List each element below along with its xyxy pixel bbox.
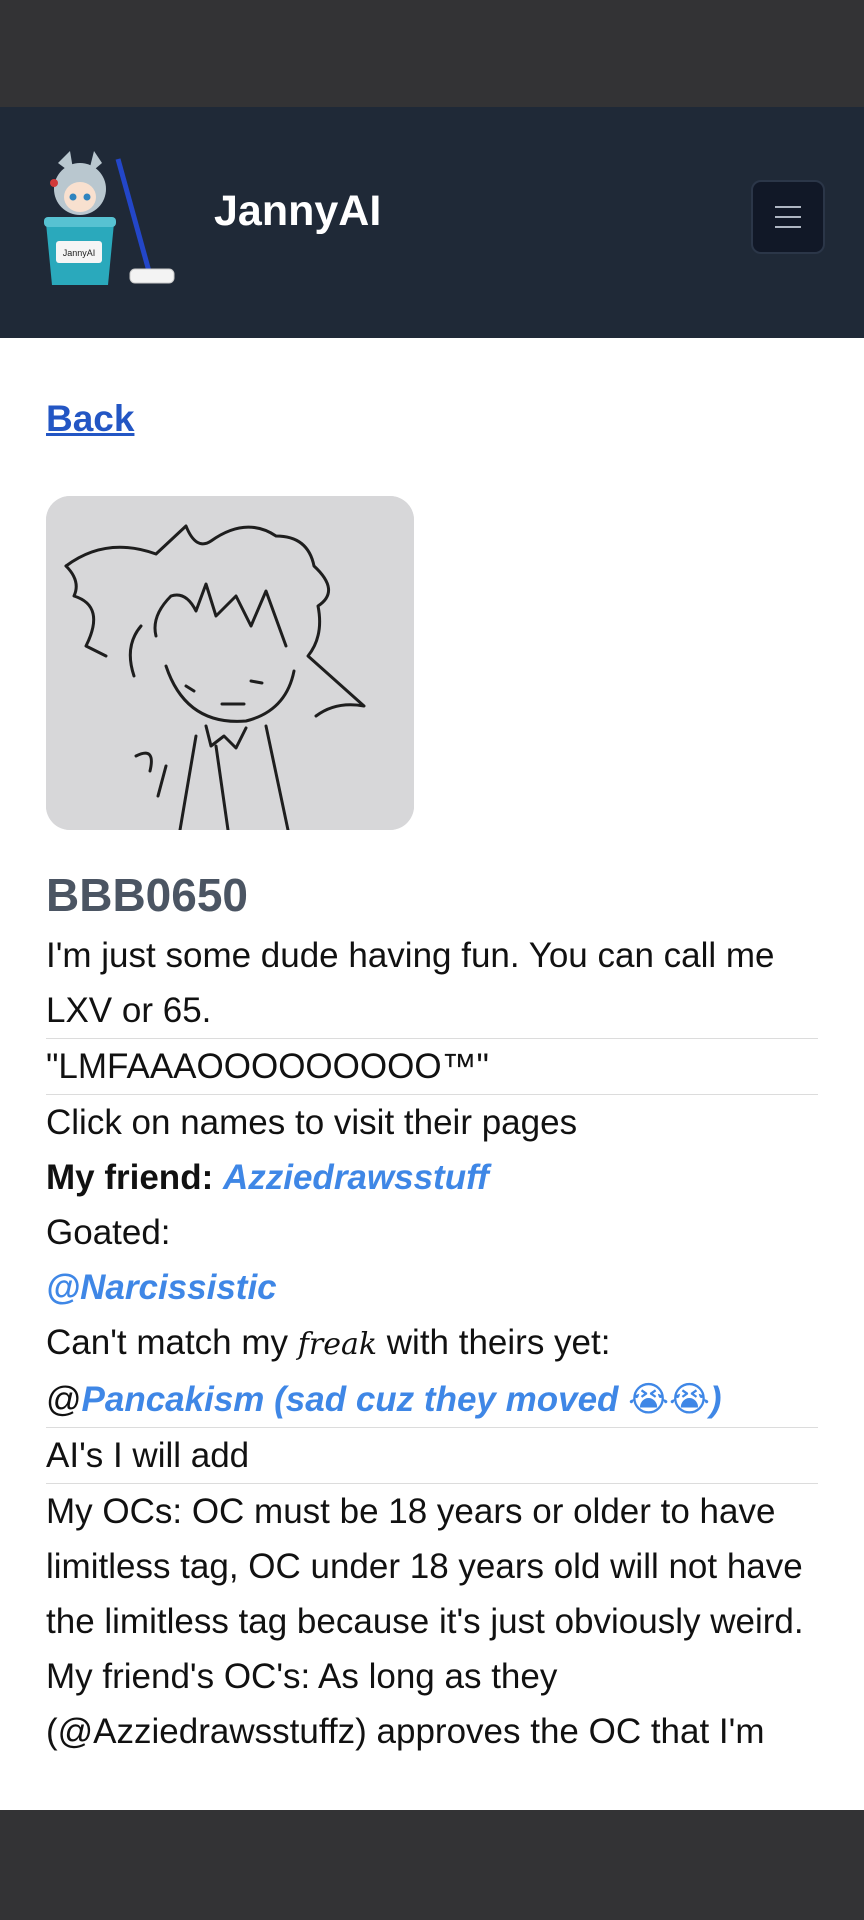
at-sign: @	[46, 1380, 82, 1419]
freak-word: freak	[297, 1327, 378, 1362]
ocs-text: My OCs: OC must be 18 years or older to …	[46, 1492, 804, 1641]
friend-link-azziedrawsstuff[interactable]: Azziedrawsstuff	[223, 1158, 489, 1197]
status-bar	[0, 0, 864, 107]
top-navbar: JannyAI JannyAI	[0, 107, 864, 338]
pancakism-line: @Pancakism (sad cuz they moved 😭😭)	[46, 1372, 818, 1427]
bio-intro: I'm just some dude having fun. You can c…	[46, 936, 775, 1030]
logo-bucket-label: JannyAI	[63, 248, 96, 258]
bottom-nav-bar	[0, 1810, 864, 1920]
goated-link-narcissistic[interactable]: @Narcissistic	[46, 1268, 277, 1307]
freak-line: Can't match my freak with theirs yet:	[46, 1315, 818, 1372]
jannyai-logo[interactable]: JannyAI	[40, 145, 180, 293]
friends-ocs-text: My friend's OC's: As long as they (@Azzi…	[46, 1657, 765, 1751]
bio-quote: "LMFAAAOOOOOOOOO™"	[46, 1047, 489, 1086]
freak-prefix: Can't match my	[46, 1323, 289, 1362]
profile-bio: I'm just some dude having fun. You can c…	[46, 928, 818, 1759]
ais-heading: AI's I will add	[46, 1436, 250, 1475]
friend-label: My friend:	[46, 1158, 214, 1197]
friend-line: My friend: Azziedrawsstuff	[46, 1150, 818, 1205]
brand-title[interactable]: JannyAI	[214, 187, 381, 236]
hamburger-icon-line	[775, 216, 801, 218]
menu-button[interactable]	[751, 180, 825, 254]
profile-avatar	[46, 496, 414, 830]
back-link[interactable]: Back	[46, 398, 134, 440]
hamburger-icon-line	[775, 226, 801, 228]
freak-suffix: with theirs yet:	[386, 1323, 611, 1362]
profile-username: BBB0650	[46, 869, 248, 921]
bio-click-hint: Click on names to visit their pages	[46, 1103, 578, 1142]
goated-label: Goated:	[46, 1213, 171, 1252]
pancakism-link[interactable]: Pancakism (sad cuz they moved 😭😭)	[82, 1380, 722, 1419]
hamburger-icon-line	[775, 206, 801, 208]
